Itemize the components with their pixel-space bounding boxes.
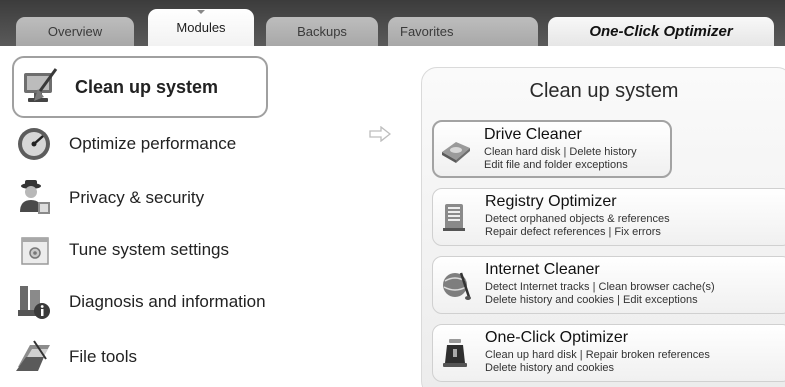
file-tools-icon [16, 340, 50, 371]
tab-overview[interactable]: Overview [16, 17, 134, 46]
tab-marker-icon [197, 10, 205, 14]
tab-label: Favorites [400, 24, 454, 39]
tab-label: Overview [47, 24, 103, 39]
tab-bar: Overview Modules Backups Favorites One-C… [0, 0, 785, 46]
card-internet-cleaner[interactable]: Internet Cleaner Detect Internet tracks … [432, 256, 785, 314]
nav-item-clean-up-system[interactable]: Clean up system [12, 56, 268, 118]
computer-cleanup-icon [24, 68, 58, 102]
privacy-agent-icon [20, 180, 50, 214]
card-description-line-2: Edit file and folder exceptions [484, 159, 628, 171]
nav-item-optimize-performance[interactable]: Optimize performance [14, 121, 294, 167]
internet-cleaner-icon [443, 272, 471, 300]
module-navigation: Clean up system Optimize performance Pri… [0, 46, 410, 387]
nav-item-label: File tools [69, 347, 138, 366]
tab-backups[interactable]: Backups [266, 17, 378, 46]
tab-label: Modules [176, 20, 226, 35]
drive-cleaner-icon [442, 142, 470, 163]
card-drive-cleaner[interactable]: Drive Cleaner Clean hard disk | Delete h… [432, 120, 672, 178]
nav-item-tune-system-settings[interactable]: Tune system settings [14, 227, 294, 273]
nav-item-label: Tune system settings [69, 240, 229, 259]
tab-label: Backups [297, 24, 347, 39]
tab-favorites[interactable]: Favorites [388, 17, 538, 46]
card-title: One-Click Optimizer [485, 329, 629, 346]
card-description-line-1: Detect Internet tracks | Clean browser c… [485, 281, 715, 293]
registry-optimizer-icon [443, 204, 465, 231]
card-title: Internet Cleaner [485, 261, 600, 278]
card-description-line-2: Delete history and cookies | Edit except… [485, 294, 698, 306]
nav-item-label: Privacy & security [69, 188, 205, 207]
nav-item-label: Clean up system [75, 76, 219, 97]
card-description-line-1: Detect orphaned objects & references [485, 213, 670, 225]
card-description-line-2: Repair defect references | Fix errors [485, 226, 661, 238]
panel-title: Clean up system [529, 80, 679, 102]
nav-item-diagnosis-information[interactable]: Diagnosis and information [14, 279, 294, 325]
card-title: Registry Optimizer [485, 193, 617, 210]
tab-one-click-optimizer[interactable]: One-Click Optimizer [548, 17, 774, 46]
nav-item-privacy-security[interactable]: Privacy & security [14, 175, 294, 221]
card-description-line-1: Clean up hard disk | Repair broken refer… [485, 349, 710, 361]
one-click-optimizer-icon [443, 339, 467, 367]
diagnosis-info-icon [18, 286, 50, 319]
settings-window-icon [21, 237, 49, 265]
tab-label: One-Click Optimizer [589, 23, 733, 40]
nav-item-label: Optimize performance [69, 134, 237, 153]
card-description-line-2: Delete history and cookies [485, 362, 615, 374]
nav-item-label: Diagnosis and information [69, 292, 266, 311]
nav-item-file-tools[interactable]: File tools [14, 334, 294, 380]
card-description-line-1: Clean hard disk | Delete history [484, 146, 637, 158]
card-registry-optimizer[interactable]: Registry Optimizer Detect orphaned objec… [432, 188, 785, 246]
arrow-right-icon [369, 126, 391, 142]
card-title: Drive Cleaner [484, 126, 582, 143]
module-detail-panel: Clean up system Drive Cleaner Clean hard… [421, 67, 785, 387]
speedometer-icon [18, 128, 50, 160]
tab-modules[interactable]: Modules [148, 9, 254, 46]
card-one-click-optimizer[interactable]: One-Click Optimizer Clean up hard disk |… [432, 324, 785, 382]
